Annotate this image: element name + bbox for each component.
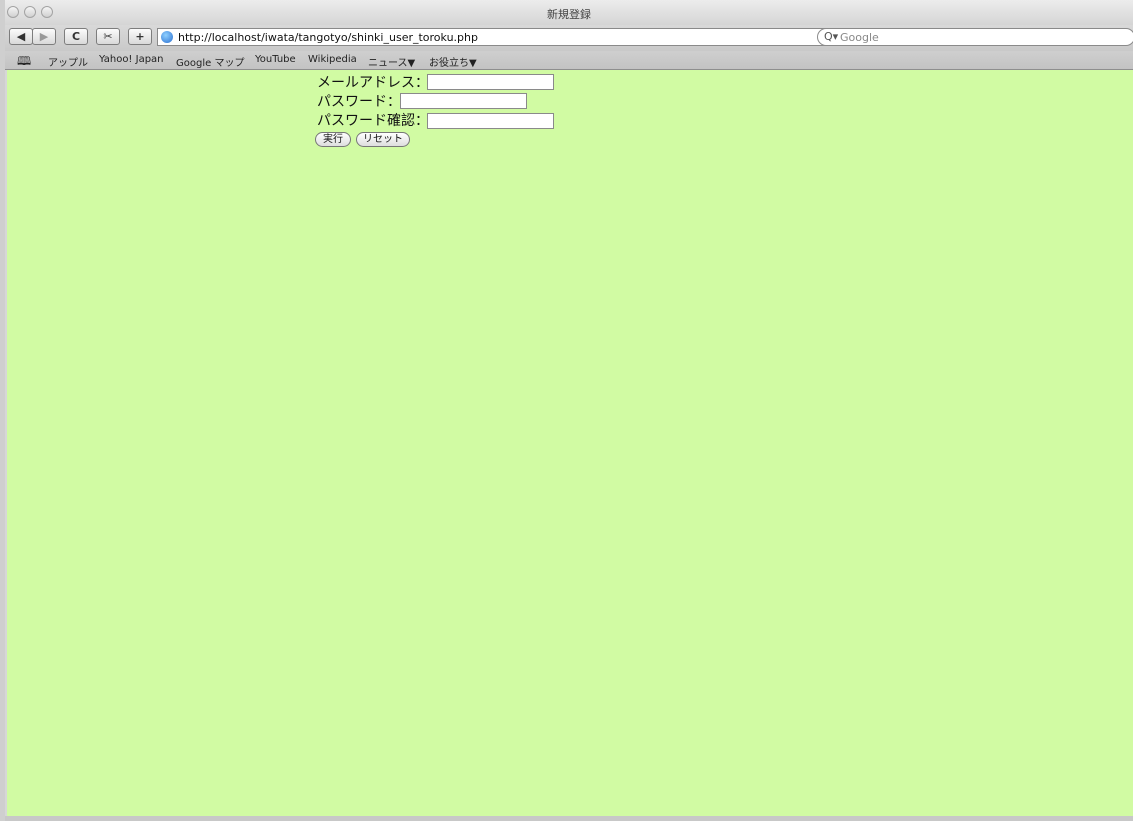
browser-toolbar: ◀ ▶ C ✂ + http://localhost/iwata/tangoty… [5, 25, 1133, 51]
password-confirm-label: パスワード確認： [317, 113, 429, 129]
password-row: パスワード： [317, 91, 401, 111]
bookmark-item[interactable]: Wikipedia [308, 54, 357, 65]
page-content: メールアドレス： パスワード： パスワード確認： 実行 リセット [7, 70, 1133, 816]
submit-button[interactable]: 実行 [315, 132, 351, 147]
email-row: メールアドレス： [317, 72, 429, 92]
email-label: メールアドレス： [317, 75, 429, 91]
snapback-icon: ✂ [103, 30, 113, 43]
globe-icon [161, 31, 173, 43]
password-label: パスワード： [317, 94, 401, 110]
status-bar [5, 816, 1133, 821]
bookmark-folder-news[interactable]: ニュース▼ [368, 54, 415, 69]
forward-icon: ▶ [39, 30, 49, 43]
search-icon[interactable]: Q▾ [824, 30, 838, 43]
email-input[interactable] [427, 74, 554, 90]
add-bookmark-icon: + [135, 30, 145, 43]
add-bookmark-button[interactable]: + [128, 28, 152, 45]
browser-window: 新規登録 ◀ ▶ C ✂ + http://localhost/iwata/ta… [5, 0, 1133, 821]
bookmark-item[interactable]: Yahoo! Japan [99, 54, 164, 65]
bookmark-item[interactable]: YouTube [255, 54, 296, 65]
bookmark-item[interactable]: Google マップ [176, 54, 244, 69]
search-placeholder: Google [840, 31, 879, 44]
forward-button[interactable]: ▶ [32, 28, 56, 45]
reload-button[interactable]: C [64, 28, 88, 45]
password-confirm-row: パスワード確認： [317, 110, 429, 130]
password-confirm-input[interactable] [427, 113, 554, 129]
bookmark-folder-useful[interactable]: お役立ち▼ [429, 54, 477, 69]
title-bar: 新規登録 [5, 0, 1133, 25]
bookmark-item[interactable]: アップル [48, 54, 88, 69]
reload-icon: C [71, 30, 81, 43]
window-title: 新規登録 [547, 8, 591, 21]
address-bar-url[interactable]: http://localhost/iwata/tangotyo/shinki_u… [178, 31, 478, 44]
search-field[interactable]: Q▾ Google [817, 28, 1133, 46]
back-button[interactable]: ◀ [9, 28, 33, 45]
back-icon: ◀ [16, 30, 26, 43]
snapback-button[interactable]: ✂ [96, 28, 120, 45]
password-input[interactable] [400, 93, 527, 109]
bookmarks-bar: 🕮 アップル Yahoo! Japan Google マップ YouTube W… [5, 51, 1133, 70]
reset-button[interactable]: リセット [356, 132, 410, 147]
